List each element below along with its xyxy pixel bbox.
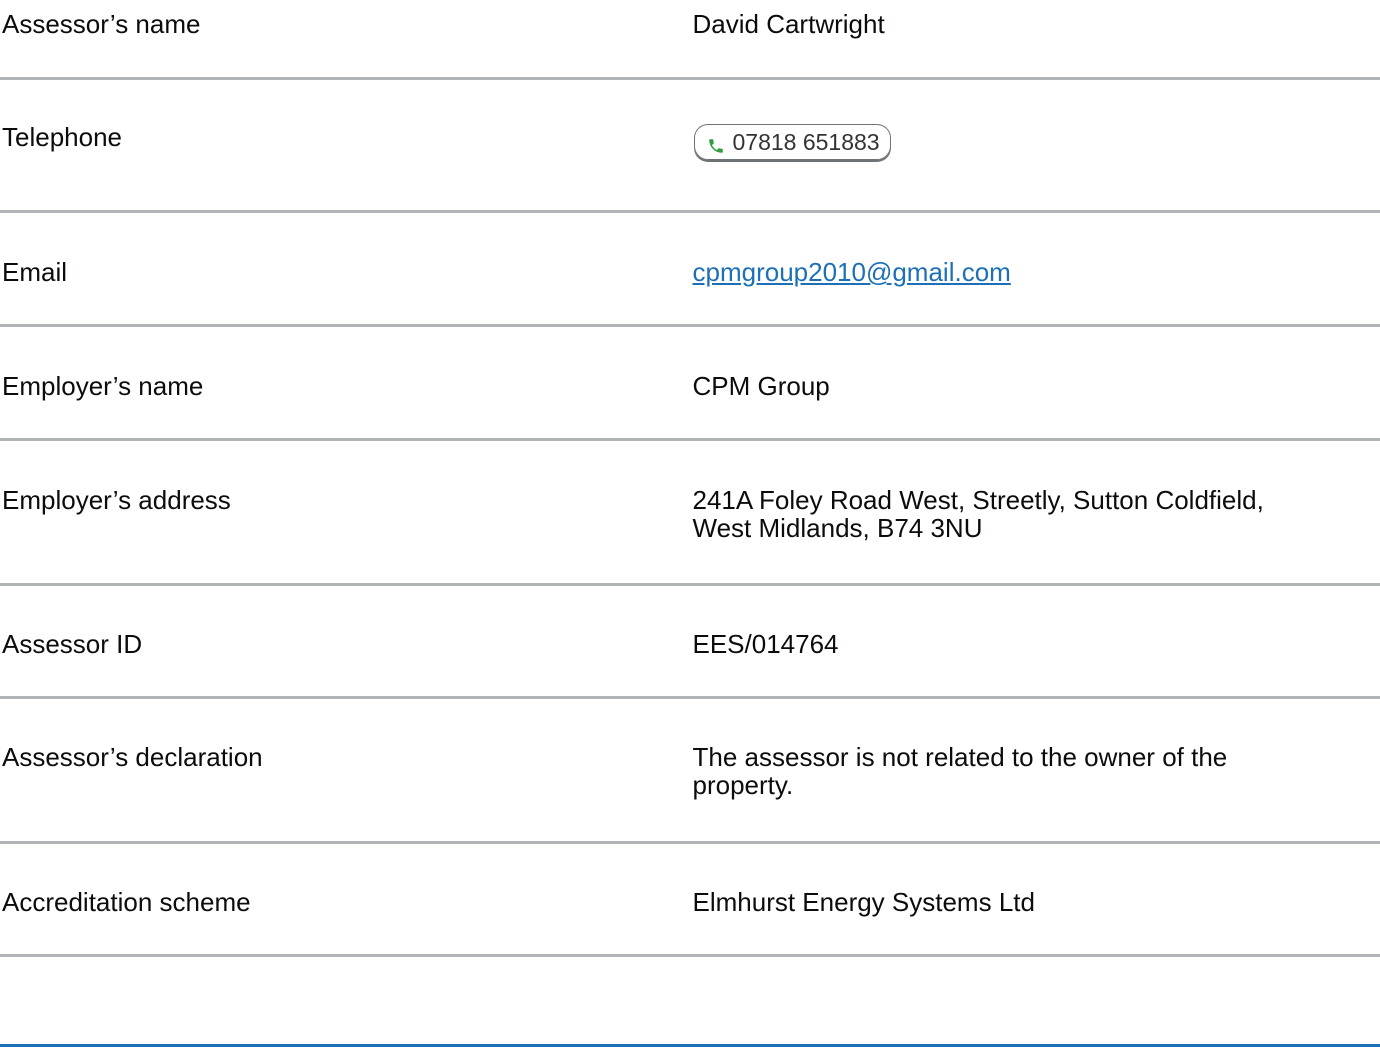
- label-assessor-id: Assessor ID: [2, 629, 143, 659]
- row-assessor-name: Assessor’s name David Cartwright: [0, 0, 1380, 80]
- phone-icon: [707, 133, 725, 153]
- label-telephone: Telephone: [2, 122, 122, 152]
- row-assessor-id: Assessor ID EES/014764: [0, 586, 1380, 699]
- value-telephone: 07818 651883: [692, 80, 1380, 210]
- row-employer-name: Employer’s name CPM Group: [0, 327, 1380, 441]
- email-link[interactable]: cpmgroup2010@gmail.com: [693, 257, 1011, 287]
- row-telephone: Telephone 07818 651883: [0, 80, 1380, 213]
- value-email: cpmgroup2010@gmail.com: [692, 213, 1380, 324]
- label-employer-name: Employer’s name: [2, 371, 204, 401]
- value-assessor-declaration: The assessor is not related to the owner…: [692, 699, 1380, 841]
- label-email: Email: [2, 257, 68, 287]
- declaration-line1: The assessor is not related to the owner…: [692, 742, 1228, 772]
- value-accreditation-scheme: Elmhurst Energy Systems Ltd: [692, 887, 1035, 917]
- telephone-link[interactable]: 07818 651883: [693, 124, 891, 160]
- label-assessor-name: Assessor’s name: [2, 9, 201, 39]
- row-accreditation-scheme: Accreditation scheme Elmhurst Energy Sys…: [0, 844, 1380, 957]
- value-employer-address: 241A Foley Road West, Streetly, Sutton C…: [692, 441, 1380, 583]
- label-employer-address: Employer’s address: [2, 485, 231, 515]
- employer-address-line2: West Midlands, B74 3NU: [692, 513, 983, 543]
- value-assessor-id: EES/014764: [692, 629, 839, 659]
- telephone-number: 07818 651883: [732, 129, 880, 155]
- value-assessor-name: David Cartwright: [692, 9, 885, 39]
- value-employer-name: CPM Group: [692, 371, 830, 401]
- section-bottom-rule: [0, 1044, 1380, 1047]
- assessor-summary-list: Assessor’s name David Cartwright Telepho…: [0, 0, 1380, 957]
- label-accreditation-scheme: Accreditation scheme: [2, 887, 251, 917]
- row-assessor-declaration: Assessor’s declaration The assessor is n…: [0, 699, 1380, 844]
- row-email: Email cpmgroup2010@gmail.com: [0, 213, 1380, 327]
- row-employer-address: Employer’s address 241A Foley Road West,…: [0, 441, 1380, 586]
- declaration-line2: property.: [692, 770, 794, 800]
- employer-address-line1: 241A Foley Road West, Streetly, Sutton C…: [692, 485, 1264, 515]
- label-assessor-declaration: Assessor’s declaration: [2, 742, 263, 772]
